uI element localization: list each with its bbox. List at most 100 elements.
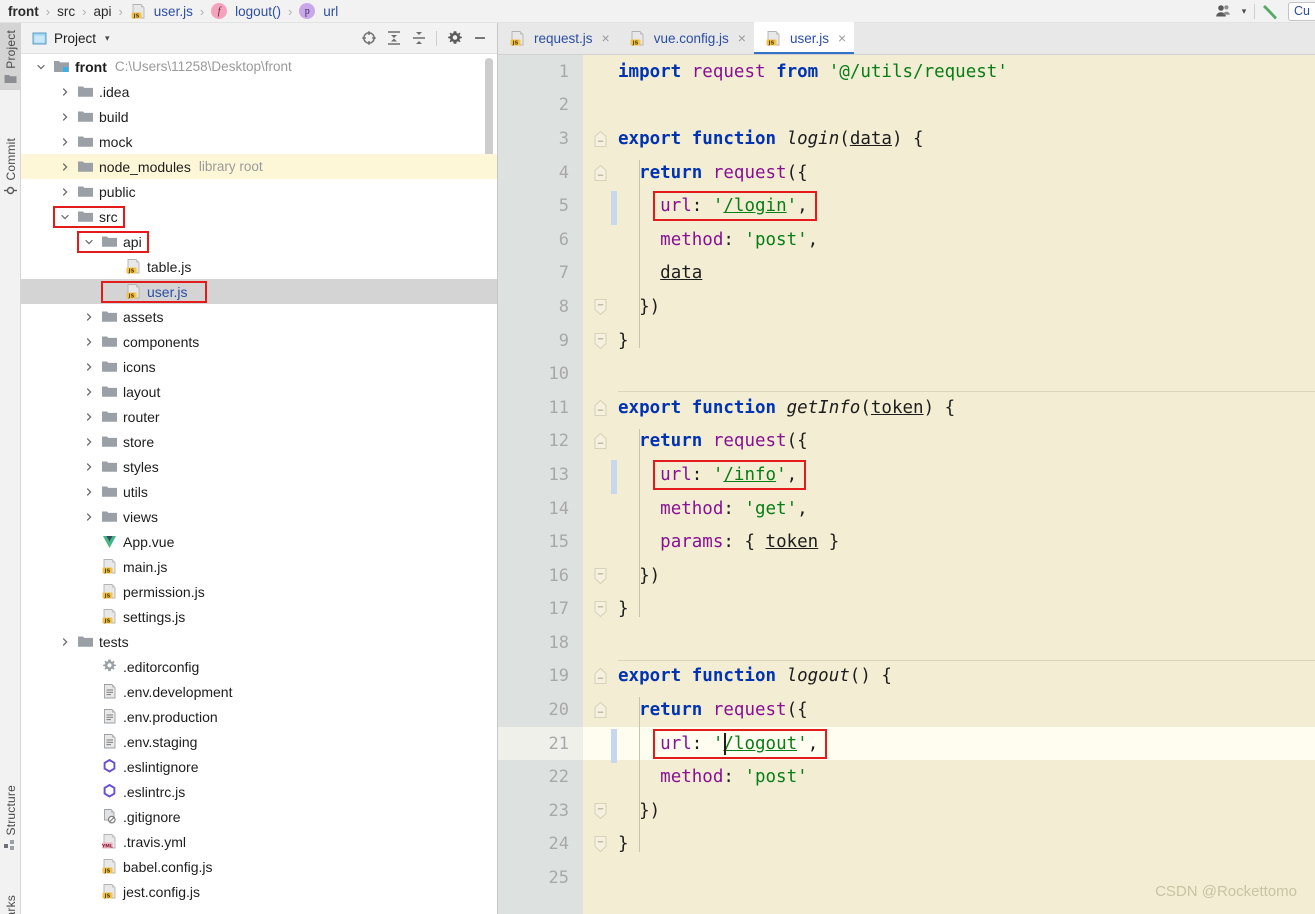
tree-row-icons[interactable]: icons	[21, 354, 497, 379]
collapse-all-icon[interactable]	[407, 27, 430, 50]
expand-all-icon[interactable]	[382, 27, 405, 50]
code-line-16[interactable]: 16 })	[498, 559, 1315, 593]
breadcrumb-item-url[interactable]: p url	[299, 3, 338, 19]
tree-row-userjs[interactable]: JS user.js	[21, 279, 497, 304]
code-line-13[interactable]: 13 url: '/info ',	[498, 458, 1315, 492]
tree-row-mainjs[interactable]: JS main.js	[21, 554, 497, 579]
account-caret-icon[interactable]: ▾	[1237, 0, 1251, 23]
tree-row-eslintrcjs[interactable]: .eslintrc.js	[21, 779, 497, 804]
breadcrumb-item-api[interactable]: api	[93, 4, 111, 19]
editor-tab-requestjs[interactable]: JS request.js ×	[498, 22, 618, 54]
chevron-right-icon[interactable]	[59, 136, 71, 148]
tool-tab-project[interactable]: Project	[0, 23, 21, 90]
tree-row-envproduction[interactable]: .env.production	[21, 704, 497, 729]
editor-tab-vueconfigjs[interactable]: JS vue.config.js ×	[618, 22, 754, 54]
hammer-build-icon[interactable]	[1258, 0, 1284, 23]
breadcrumb-item-logout[interactable]: f logout()	[211, 3, 281, 19]
select-opened-file-icon[interactable]	[357, 27, 380, 50]
chevron-right-icon[interactable]	[59, 186, 71, 198]
chevron-right-icon[interactable]	[83, 436, 95, 448]
chevron-right-icon[interactable]	[83, 486, 95, 498]
fold-end-icon[interactable]	[583, 593, 618, 627]
chevron-right-icon[interactable]	[59, 111, 71, 123]
tree-row-assets[interactable]: assets	[21, 304, 497, 329]
chevron-right-icon[interactable]	[83, 511, 95, 523]
fold-expanded-icon[interactable]	[583, 391, 618, 425]
code-line-15[interactable]: 15 params: { token }	[498, 525, 1315, 559]
tree-row-nodemodules[interactable]: node_modules library root	[21, 154, 497, 179]
code-line-22[interactable]: 22 method: 'post'	[498, 760, 1315, 794]
code-line-17[interactable]: 17}	[498, 593, 1315, 627]
chevron-right-icon[interactable]	[83, 411, 95, 423]
fold-expanded-icon[interactable]	[583, 122, 618, 156]
tree-row-appvue[interactable]: App.vue	[21, 529, 497, 554]
breadcrumb-item-userjs[interactable]: JS user.js	[130, 3, 193, 20]
tree-row-front[interactable]: front C:\Users\11258\Desktop\front	[21, 54, 497, 79]
code-line-11[interactable]: 11 export function getInfo(token) {	[498, 391, 1315, 425]
chevron-right-icon[interactable]	[83, 361, 95, 373]
tree-row-editorconfig[interactable]: .editorconfig	[21, 654, 497, 679]
fold-expanded-icon[interactable]	[583, 425, 618, 459]
tree-row-api[interactable]: api	[21, 229, 497, 254]
tree-row-travisyml[interactable]: YML .travis.yml	[21, 829, 497, 854]
tree-row-mock[interactable]: mock	[21, 129, 497, 154]
tree-row-public[interactable]: public	[21, 179, 497, 204]
chevron-right-icon[interactable]	[83, 461, 95, 473]
tree-row-views[interactable]: views	[21, 504, 497, 529]
tree-row-envstaging[interactable]: .env.staging	[21, 729, 497, 754]
tree-row-jestconfigjs[interactable]: JS jest.config.js	[21, 879, 497, 904]
hide-panel-icon[interactable]	[468, 27, 491, 50]
tree-row-build[interactable]: build	[21, 104, 497, 129]
fold-end-icon[interactable]	[583, 559, 618, 593]
code-line-20[interactable]: 20 return request({	[498, 693, 1315, 727]
chevron-right-icon[interactable]	[59, 161, 71, 173]
chevron-right-icon[interactable]	[59, 636, 71, 648]
code-line-5[interactable]: 5 url: '/login ',	[498, 189, 1315, 223]
chevron-right-icon[interactable]	[83, 336, 95, 348]
chevron-down-icon[interactable]	[35, 61, 47, 73]
code-line-14[interactable]: 14 method: 'get',	[498, 492, 1315, 526]
tool-tab-structure[interactable]: Structure	[0, 778, 21, 857]
editor-tab-userjs[interactable]: JS user.js ×	[753, 22, 855, 54]
tree-row-idea[interactable]: .idea	[21, 79, 497, 104]
tool-tab-bookmarks[interactable]: marks	[0, 888, 21, 914]
code-line-6[interactable]: 6 method: 'post',	[498, 223, 1315, 257]
code-line-2[interactable]: 2	[498, 89, 1315, 123]
code-line-1[interactable]: 1 import request from '@/utils/request'	[498, 55, 1315, 89]
tree-row-tests[interactable]: tests	[21, 629, 497, 654]
tree-row-settingsjs[interactable]: JS settings.js	[21, 604, 497, 629]
settings-gear-icon[interactable]	[443, 27, 466, 50]
tree-row-styles[interactable]: styles	[21, 454, 497, 479]
fold-end-icon[interactable]	[583, 794, 618, 828]
code-line-12[interactable]: 12 return request({	[498, 425, 1315, 459]
chevron-down-icon[interactable]	[83, 236, 95, 248]
tree-row-components[interactable]: components	[21, 329, 497, 354]
tree-row-src[interactable]: src	[21, 204, 497, 229]
code-line-19[interactable]: 19 export function logout() {	[498, 660, 1315, 694]
code-line-8[interactable]: 8 })	[498, 290, 1315, 324]
code-line-21[interactable]: 21 url: '/logout ',	[498, 726, 1315, 761]
breadcrumb-item-src[interactable]: src	[57, 4, 75, 19]
chevron-down-icon[interactable]	[59, 211, 71, 223]
account-icon[interactable]	[1211, 0, 1237, 23]
chevron-right-icon[interactable]	[59, 86, 71, 98]
tree-row-utils[interactable]: utils	[21, 479, 497, 504]
tree-row-store[interactable]: store	[21, 429, 497, 454]
tree-row-envdevelopment[interactable]: .env.development	[21, 679, 497, 704]
close-icon[interactable]: ×	[738, 30, 746, 46]
run-configuration-selector[interactable]: Cu	[1288, 1, 1315, 21]
code-editor[interactable]: 1 import request from '@/utils/request' 2 3…	[498, 55, 1315, 914]
chevron-right-icon[interactable]	[83, 311, 95, 323]
code-line-24[interactable]: 24}	[498, 828, 1315, 862]
tool-tab-commit[interactable]: Commit	[0, 131, 21, 203]
chevron-right-icon[interactable]	[83, 386, 95, 398]
code-line-23[interactable]: 23 })	[498, 794, 1315, 828]
code-line-4[interactable]: 4 return request({	[498, 156, 1315, 190]
tree-row-tablejs[interactable]: JS table.js	[21, 254, 497, 279]
code-line-9[interactable]: 9}	[498, 324, 1315, 358]
code-line-3[interactable]: 3 export function login(data) {	[498, 122, 1315, 156]
tree-row-eslintignore[interactable]: .eslintignore	[21, 754, 497, 779]
close-icon[interactable]: ×	[838, 30, 846, 46]
tree-row-layout[interactable]: layout	[21, 379, 497, 404]
fold-end-icon[interactable]	[583, 324, 618, 358]
